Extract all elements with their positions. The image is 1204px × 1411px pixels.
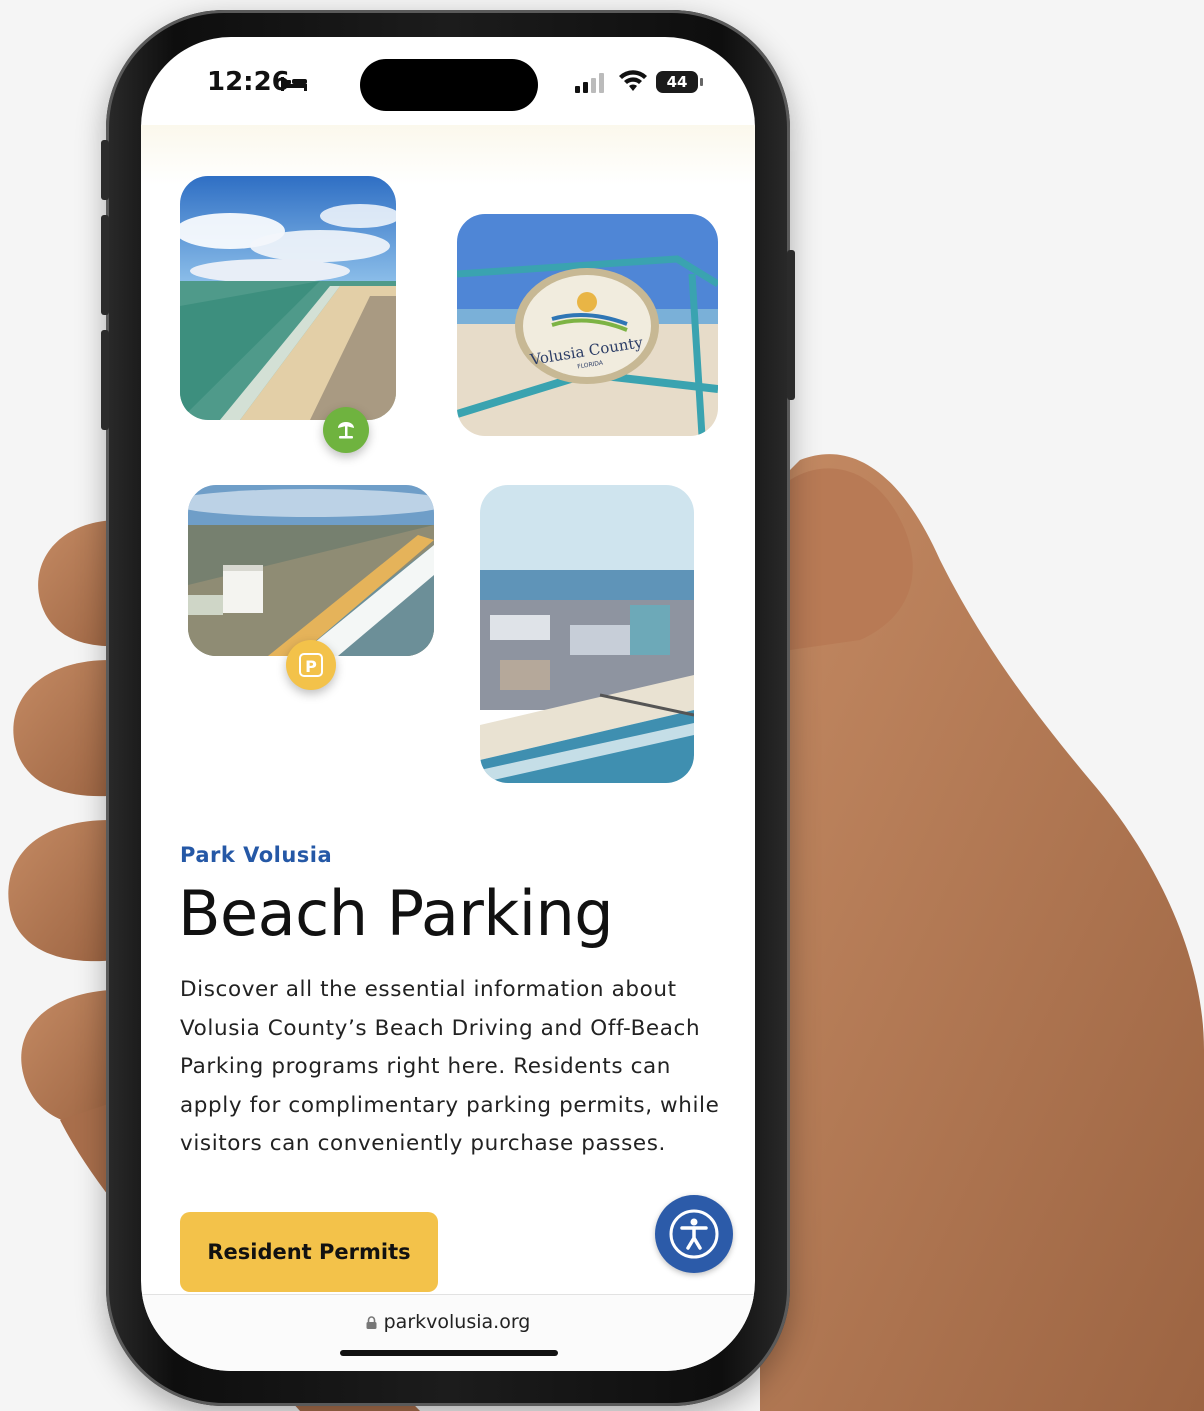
url-display[interactable]: parkvolusia.org <box>141 1311 755 1333</box>
url-text: parkvolusia.org <box>383 1311 531 1333</box>
oceanfront-aerial-photo <box>188 485 434 656</box>
eyebrow-label: Park Volusia <box>180 843 333 867</box>
dynamic-island <box>360 59 538 111</box>
battery-icon: 44 <box>656 71 698 93</box>
side-button <box>787 250 795 400</box>
action-button <box>101 140 109 200</box>
accessibility-icon <box>669 1209 719 1259</box>
wifi-icon <box>619 70 647 91</box>
signal-icon <box>575 73 604 93</box>
parking-badge: P <box>286 640 336 690</box>
home-indicator[interactable] <box>340 1350 558 1356</box>
palm-tree-icon <box>338 422 354 439</box>
status-bar: 12:26 44 <box>141 37 755 125</box>
parking-icon: P <box>299 653 323 677</box>
accessibility-button[interactable] <box>655 1195 733 1273</box>
browser-url-bar[interactable]: parkvolusia.org <box>141 1294 755 1371</box>
bed-icon <box>281 77 307 91</box>
phone-screen: 12:26 44 Volusia County FLORIDA P Park V… <box>141 37 755 1371</box>
volume-up-button <box>101 215 109 315</box>
volume-down-button <box>101 330 109 430</box>
battery-cap <box>700 78 703 86</box>
intro-paragraph: Discover all the essential information a… <box>180 977 720 1156</box>
lock-icon <box>366 1316 377 1329</box>
beach-badge <box>323 407 369 453</box>
resident-permits-button[interactable]: Resident Permits <box>180 1212 438 1292</box>
page-title: Beach Parking <box>178 877 614 950</box>
status-time: 12:26 <box>207 67 290 97</box>
beach-aerial-photo <box>180 176 396 420</box>
volusia-county-sign-photo: Volusia County FLORIDA <box>457 214 718 436</box>
boardwalk-aerial-photo <box>480 485 694 783</box>
